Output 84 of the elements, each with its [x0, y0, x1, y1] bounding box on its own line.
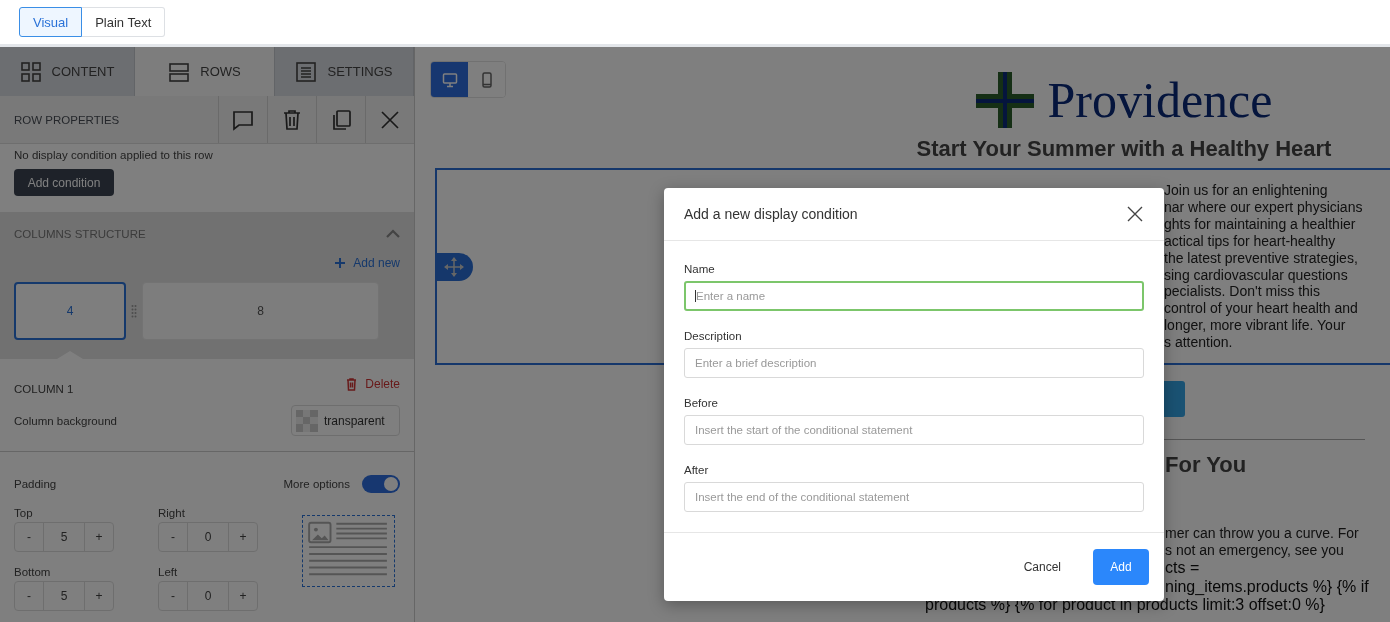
column-option[interactable]: 8 [142, 282, 379, 340]
email-heading: Start Your Summer with a Healthy Heart [915, 136, 1333, 162]
dialog-title: Add a new display condition [684, 206, 858, 222]
trash-icon [281, 108, 303, 131]
input-field[interactable]: Enter a name [684, 281, 1144, 311]
field-label: Column background [14, 414, 117, 427]
number-stepper[interactable]: - 0 + [158, 581, 258, 611]
add-button[interactable]: Add [1093, 549, 1149, 585]
template-code-line: cts = [1165, 559, 1200, 578]
field-label: Before [684, 397, 719, 409]
email-text-line: nar where our expert physicians [1164, 198, 1363, 216]
copy-icon [330, 108, 352, 131]
template-code-line: ning_items.products %} {% if [1165, 577, 1369, 596]
field-label: Bottom [14, 566, 51, 579]
field-label: Right [158, 507, 185, 520]
input-field[interactable]: Insert the start of the conditional statement [684, 415, 1144, 445]
email-text-line: ghts for maintaining a healthier [1164, 215, 1356, 233]
condition-text: No display condition applied to this row [14, 149, 214, 161]
grid-icon [19, 60, 42, 83]
field-label: Description [684, 330, 743, 342]
stepper-value[interactable]: 5 [43, 523, 85, 551]
email-text-line: control of your heart health and [1164, 300, 1358, 318]
toggle-label: More options [283, 478, 350, 490]
trash-icon [346, 377, 358, 391]
editor-mode-tab[interactable]: Visual [19, 7, 83, 37]
decrement-button[interactable]: - [15, 582, 43, 610]
increment-button[interactable]: + [229, 523, 257, 551]
plus-icon [335, 258, 346, 268]
field-label: After [684, 464, 710, 476]
increment-button[interactable]: + [85, 582, 113, 610]
drag-handle-icon[interactable] [131, 304, 137, 318]
email-text-line: longer, more vibrant life. Your [1164, 317, 1346, 335]
input-field[interactable]: Enter a brief description [684, 348, 1144, 378]
field-label: Padding [14, 478, 57, 490]
increment-button[interactable]: + [229, 582, 257, 610]
move-handle[interactable] [435, 253, 473, 281]
number-stepper[interactable]: - 0 + [158, 522, 258, 552]
logo-text: Providence [1047, 75, 1273, 125]
email-text-line: s attention. [1164, 334, 1233, 352]
cancel-button[interactable]: Cancel [1013, 554, 1071, 580]
email-text-line: sing cardiovascular questions [1164, 266, 1348, 284]
move-icon [444, 257, 464, 277]
editor-mode-tab[interactable]: Plain Text [82, 7, 166, 37]
section-title: ROW PROPERTIES [13, 113, 121, 126]
email-text-line: mer can throw you a curve. For [1165, 525, 1359, 542]
delete-link[interactable]: Delete [346, 377, 400, 391]
document-icon [295, 60, 318, 83]
section-title: COLUMN 1 [14, 383, 74, 395]
color-picker[interactable]: transparent [291, 405, 400, 436]
close-button[interactable] [1126, 205, 1144, 223]
toggle-switch[interactable] [362, 475, 400, 493]
decrement-button[interactable]: - [15, 523, 43, 551]
field-label: Left [158, 566, 178, 579]
field-label: Name [684, 263, 716, 275]
email-text-line: pecialists. Don't miss this [1164, 283, 1320, 301]
close-icon [1126, 205, 1144, 223]
stepper-value[interactable]: 0 [187, 582, 229, 610]
close-icon [379, 108, 401, 131]
checkerboard-icon [296, 409, 318, 432]
monitor-icon [441, 71, 458, 88]
input-field[interactable]: Insert the end of the conditional statement [684, 482, 1144, 512]
decrement-button[interactable]: - [159, 582, 187, 610]
number-stepper[interactable]: - 5 + [14, 581, 114, 611]
add-new-link[interactable]: Add new [335, 256, 400, 270]
add-condition-button[interactable]: Add condition [14, 169, 114, 196]
email-text-line: actical tips for heart-healthy [1164, 232, 1336, 250]
desktop-view-button[interactable] [431, 62, 468, 97]
stepper-value[interactable]: 5 [43, 582, 85, 610]
sidebar-tab[interactable]: CONTENT [0, 47, 135, 96]
number-stepper[interactable]: - 5 + [14, 522, 114, 552]
speech-bubble-icon [232, 108, 254, 131]
increment-button[interactable]: + [85, 523, 113, 551]
stepper-value[interactable]: 0 [187, 523, 229, 551]
email-text-line: the latest preventive strategies, [1164, 249, 1358, 267]
cross-logo-icon [975, 72, 1034, 128]
field-label: Top [14, 507, 33, 520]
sidebar-tab[interactable]: SETTINGS [275, 47, 414, 96]
chevron-up-icon[interactable] [386, 229, 400, 239]
email-text-line: s not an emergency, see you [1165, 541, 1344, 558]
email-text-line: Join us for an enlightening [1164, 182, 1328, 199]
email-heading: For You [1165, 452, 1247, 478]
column-option[interactable]: 4 [14, 282, 126, 340]
rows-icon [168, 60, 191, 83]
decrement-button[interactable]: - [159, 523, 187, 551]
